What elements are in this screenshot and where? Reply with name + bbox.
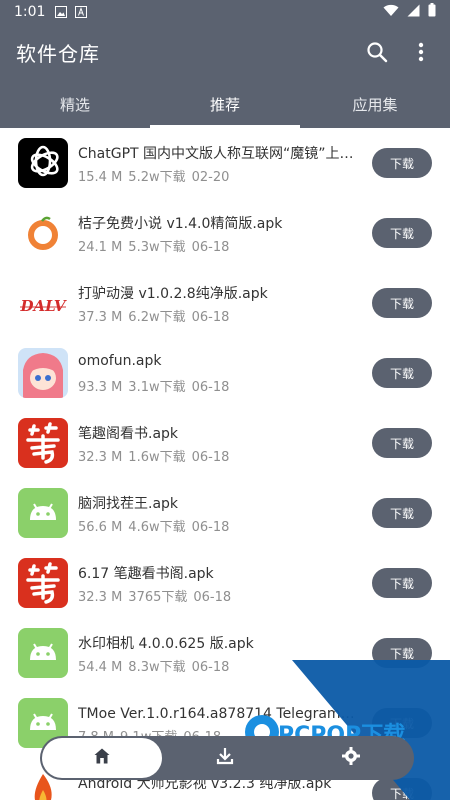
- bi-character-icon: [18, 418, 68, 468]
- app-title-text: ChatGPT 国内中文版人称互联网“魔镜”上知天文下知地理: [78, 146, 360, 162]
- app-meta: 37.3 M 6.2w下载 06-18: [78, 306, 235, 325]
- status-bar: 1:01: [0, 0, 450, 24]
- download-button[interactable]: 下载: [372, 288, 432, 318]
- download-button[interactable]: 下载: [372, 148, 432, 178]
- app-downloads: 5.2w下载: [128, 170, 186, 185]
- app-size: 37.3 M: [78, 310, 123, 325]
- download-button[interactable]: 下载: [372, 708, 432, 738]
- download-button[interactable]: 下载: [372, 498, 432, 528]
- home-icon: [93, 747, 111, 769]
- download-button[interactable]: 下载: [372, 428, 432, 458]
- list-item[interactable]: 笔趣阁看书.apk 32.3 M 1.6w下载 06-18 下载: [0, 408, 450, 478]
- bottom-nav: [40, 736, 414, 780]
- more-menu-icon[interactable]: [408, 39, 434, 65]
- tab-bar: 精选 推荐 应用集: [0, 80, 450, 128]
- list-item[interactable]: 6.17 笔趣看书阁.apk 32.3 M 3765下载 06-18 下载: [0, 548, 450, 618]
- app-date: 06-18: [191, 450, 230, 465]
- bi-character-icon: [18, 558, 68, 608]
- dalv-logo-icon: DALV: [18, 278, 68, 328]
- app-downloads: 5.3w下载: [128, 240, 186, 255]
- app-meta: 24.1 M 5.3w下载 06-18: [78, 236, 235, 255]
- font-notification-icon: [75, 6, 88, 18]
- app-title-text: 打驴动漫 v1.0.2.8纯净版.apk: [78, 286, 268, 302]
- app-bar: 软件仓库: [0, 24, 450, 80]
- app-date: 06-18: [191, 240, 230, 255]
- app-date: 06-18: [191, 310, 230, 325]
- app-size: 15.4 M: [78, 170, 123, 185]
- app-list: ChatGPT 国内中文版人称互联网“魔镜”上知天文下知地理 15.4 M 5.2…: [0, 128, 450, 800]
- app-meta: 32.3 M 3765下载 06-18: [78, 586, 237, 605]
- download-icon: [215, 746, 235, 770]
- app-size: 24.1 M: [78, 240, 123, 255]
- app-date: 06-18: [193, 590, 232, 605]
- status-time: 1:01: [14, 4, 46, 20]
- app-title-text: 6.17 笔趣看书阁.apk: [78, 566, 214, 582]
- tab-featured[interactable]: 精选: [0, 80, 150, 128]
- app-downloads: 3.1w下载: [128, 380, 186, 395]
- app-title-text: 脑洞找茬王.apk: [78, 496, 179, 512]
- app-size: 32.3 M: [78, 590, 123, 605]
- list-item[interactable]: 脑洞找茬王.apk 56.6 M 4.6w下载 06-18 下载: [0, 478, 450, 548]
- list-item[interactable]: ChatGPT 国内中文版人称互联网“魔镜”上知天文下知地理 15.4 M 5.2…: [0, 128, 450, 198]
- app-downloads: 8.3w下载: [128, 660, 186, 675]
- battery-icon: [428, 3, 436, 21]
- gear-icon: [341, 746, 361, 770]
- app-meta: 32.3 M 1.6w下载 06-18: [78, 446, 235, 465]
- app-title-text: TMoe Ver.1.0.r164.a878714 Telegram增强: [78, 706, 360, 722]
- app-downloads: 6.2w下载: [128, 310, 186, 325]
- downloads-tab[interactable]: [162, 738, 288, 778]
- app-meta: [78, 796, 96, 800]
- download-button[interactable]: 下载: [372, 358, 432, 388]
- app-title-text: 水印相机 4.0.0.625 版.apk: [78, 636, 254, 652]
- anime-girl-icon: [18, 348, 68, 398]
- list-item[interactable]: 桔子免费小说 v1.4.0精简版.apk 24.1 M 5.3w下载 06-18 下…: [0, 198, 450, 268]
- tab-collections[interactable]: 应用集: [300, 80, 450, 128]
- app-downloads: 4.6w下载: [128, 520, 186, 535]
- app-date: 06-18: [191, 660, 230, 675]
- app-meta: 54.4 M 8.3w下载 06-18: [78, 656, 235, 675]
- app-size: 54.4 M: [78, 660, 123, 675]
- wifi-icon: [383, 4, 399, 21]
- app-meta: 93.3 M 3.1w下载 06-18: [78, 376, 235, 395]
- app-date: 06-18: [191, 520, 230, 535]
- download-button[interactable]: 下载: [372, 218, 432, 248]
- android-icon: [18, 488, 68, 538]
- settings-tab[interactable]: [288, 738, 414, 778]
- app-date: 02-20: [191, 170, 230, 185]
- tab-recommended[interactable]: 推荐: [150, 80, 300, 128]
- download-button[interactable]: 下载: [372, 638, 432, 668]
- download-button[interactable]: 下载: [372, 568, 432, 598]
- app-downloads: 3765下载: [128, 590, 188, 605]
- app-title-text: 桔子免费小说 v1.4.0精简版.apk: [78, 216, 283, 232]
- android-icon: [18, 628, 68, 678]
- app-title-text: 笔趣阁看书.apk: [78, 426, 179, 442]
- list-item[interactable]: omofun.apk 93.3 M 3.1w下载 06-18 下载: [0, 338, 450, 408]
- list-item[interactable]: 水印相机 4.0.0.625 版.apk 54.4 M 8.3w下载 06-18 下…: [0, 618, 450, 688]
- app-downloads: 1.6w下载: [128, 450, 186, 465]
- app-meta: 56.6 M 4.6w下载 06-18: [78, 516, 235, 535]
- signal-icon: [407, 4, 420, 21]
- app-size: 56.6 M: [78, 520, 123, 535]
- app-meta: 15.4 M 5.2w下载 02-20: [78, 166, 235, 185]
- app-title: 软件仓库: [16, 41, 100, 66]
- app-size: 32.3 M: [78, 450, 123, 465]
- chatgpt-logo-icon: [18, 138, 68, 188]
- orange-ring-icon: [18, 208, 68, 258]
- search-icon[interactable]: [364, 39, 390, 65]
- download-button[interactable]: 下载: [372, 778, 432, 800]
- svg-text:DALV: DALV: [19, 297, 66, 315]
- app-date: 06-18: [191, 380, 230, 395]
- home-tab[interactable]: [42, 738, 162, 778]
- list-item[interactable]: DALV 打驴动漫 v1.0.2.8纯净版.apk 37.3 M 6.2w下载 06…: [0, 268, 450, 338]
- image-notification-icon: [55, 6, 68, 18]
- app-size: 93.3 M: [78, 380, 123, 395]
- app-title-text: omofun.apk: [78, 353, 162, 369]
